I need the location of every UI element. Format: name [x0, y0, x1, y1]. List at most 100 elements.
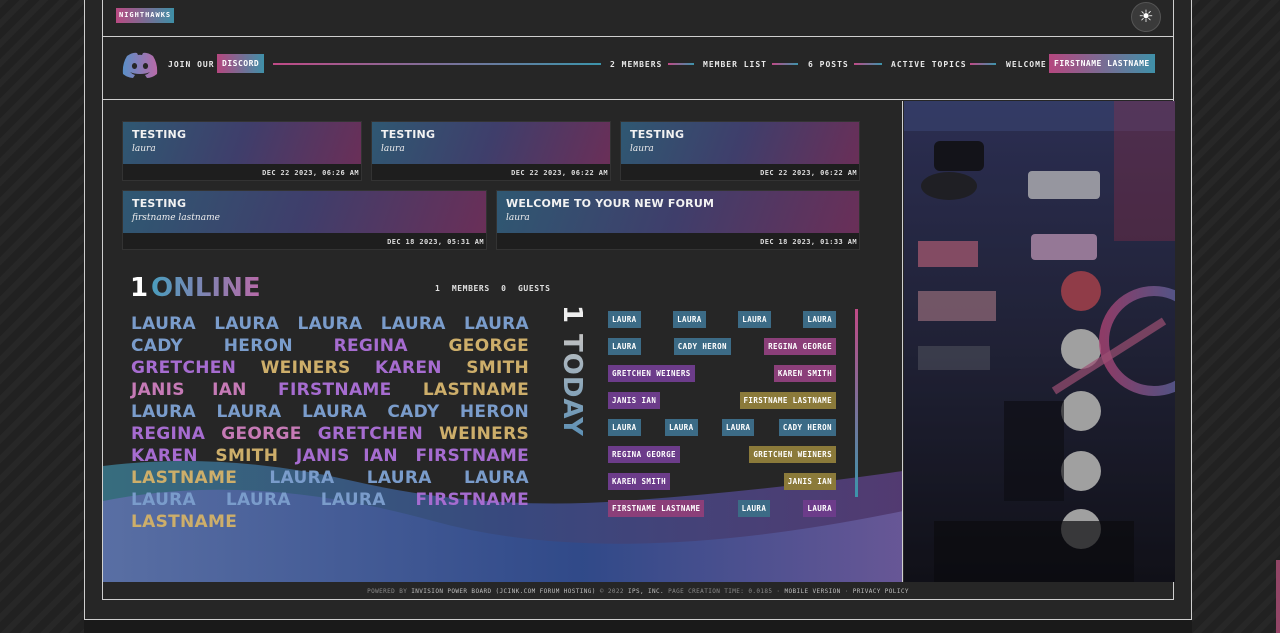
- topic-card[interactable]: TESTING laura DEC 22 2023, 06:22 AM: [620, 121, 860, 181]
- online-user-link[interactable]: KAREN: [131, 446, 198, 466]
- topic-author[interactable]: laura: [506, 213, 850, 223]
- discord-icon[interactable]: [121, 50, 159, 80]
- main-panel: TESTING laura DEC 22 2023, 06:26 AM TESTI…: [103, 101, 903, 582]
- topic-card[interactable]: TESTING firstname lastname DEC 18 2023, 0…: [122, 190, 487, 250]
- today-user-tag[interactable]: KAREN SMITH: [608, 473, 671, 490]
- online-user-link[interactable]: JANIS IAN: [296, 446, 398, 466]
- today-user-tag[interactable]: LAURA: [608, 338, 641, 355]
- member-list-link[interactable]: MEMBER LIST: [703, 60, 767, 69]
- today-user-tag[interactable]: GRETCHEN WEINERS: [608, 365, 695, 382]
- topic-author[interactable]: laura: [630, 144, 850, 154]
- online-user-link[interactable]: FIRSTNAME: [278, 380, 391, 400]
- footer-privacy-link[interactable]: PRIVACY POLICY: [853, 588, 909, 595]
- topic-author[interactable]: laura: [381, 144, 601, 154]
- active-topics-link[interactable]: ACTIVE TOPICS: [891, 60, 967, 69]
- today-user-tag[interactable]: LAURA: [803, 500, 836, 517]
- theme-toggle-button[interactable]: ☀: [1131, 2, 1161, 32]
- online-user-link[interactable]: LAURA: [464, 314, 529, 334]
- site-logo[interactable]: NIGHTHAWKS: [116, 8, 175, 23]
- today-user-tag[interactable]: CADY HERON: [778, 419, 836, 436]
- online-user-link[interactable]: KAREN: [375, 358, 442, 378]
- footer-hosting-link[interactable]: (JCINK.COM FORUM HOSTING): [496, 588, 596, 595]
- online-user-link[interactable]: LAURA: [464, 468, 529, 488]
- posts-count[interactable]: 6 POSTS: [808, 60, 849, 69]
- footer: POWERED BY INVISION POWER BOARD (JCINK.C…: [367, 588, 909, 595]
- today-user-tag[interactable]: LAURA: [608, 311, 641, 328]
- online-user-link[interactable]: LAURA: [367, 468, 432, 488]
- footer-ips-link[interactable]: IPS, INC.: [628, 588, 664, 595]
- topic-author[interactable]: firstname lastname: [132, 213, 477, 223]
- today-user-tag[interactable]: LAURA: [803, 311, 836, 328]
- online-user-link[interactable]: WEINERS: [439, 424, 529, 444]
- discord-link[interactable]: DISCORD: [217, 54, 265, 73]
- today-user-tag[interactable]: LAURA: [721, 419, 755, 436]
- topic-date: DEC 18 2023, 05:31 AM: [387, 238, 484, 246]
- online-user-link[interactable]: HERON: [460, 402, 529, 422]
- topic-author[interactable]: laura: [132, 144, 352, 154]
- topic-title[interactable]: TESTING: [630, 128, 850, 141]
- online-user-link[interactable]: LAURA: [269, 468, 334, 488]
- today-user-tag[interactable]: LAURA: [673, 311, 706, 328]
- online-user-link[interactable]: LAURA: [302, 402, 367, 422]
- user-profile-link[interactable]: FIRSTNAME LASTNAME: [1049, 54, 1155, 73]
- today-user-tag[interactable]: LAURA: [737, 500, 771, 517]
- online-user-link[interactable]: LAURA: [216, 402, 281, 422]
- online-user-link[interactable]: WEINERS: [261, 358, 351, 378]
- today-user-tag[interactable]: JANIS IAN: [783, 473, 836, 490]
- topic-title[interactable]: TESTING: [132, 128, 352, 141]
- online-user-link[interactable]: LASTNAME: [131, 468, 237, 488]
- online-user-link[interactable]: CADY: [387, 402, 439, 422]
- online-user-link[interactable]: REGINA: [334, 336, 408, 356]
- divider-line: [273, 63, 601, 65]
- online-user-link[interactable]: LAURA: [131, 402, 196, 422]
- today-user-tag[interactable]: FIRSTNAME LASTNAME: [608, 500, 705, 517]
- online-user-link[interactable]: CADY: [131, 336, 183, 356]
- online-user-link[interactable]: LAURA: [131, 314, 196, 334]
- online-user-link[interactable]: GRETCHEN: [131, 358, 236, 378]
- today-user-tag[interactable]: LAURA: [738, 311, 771, 328]
- online-user-link[interactable]: REGINA: [131, 424, 205, 444]
- online-user-link[interactable]: LAURA: [298, 314, 363, 334]
- join-label: JOIN OUR: [168, 60, 215, 69]
- online-user-link[interactable]: FIRSTNAME: [416, 490, 529, 510]
- today-user-tag[interactable]: JANIS IAN: [608, 392, 661, 409]
- online-user-link[interactable]: LAURA: [321, 490, 386, 510]
- footer-mobile-link[interactable]: MOBILE VERSION: [784, 588, 840, 595]
- topic-card[interactable]: WELCOME TO YOUR NEW FORUM laura DEC 18 20…: [496, 190, 860, 250]
- today-label: TODAY: [557, 334, 587, 438]
- divider-line: [668, 63, 694, 65]
- online-user-link[interactable]: GEORGE: [221, 424, 301, 444]
- topic-title[interactable]: WELCOME TO YOUR NEW FORUM: [506, 197, 850, 210]
- topic-title[interactable]: TESTING: [381, 128, 601, 141]
- today-user-tag[interactable]: GRETCHEN WEINERS: [749, 446, 836, 463]
- online-user-link[interactable]: LAURA: [214, 314, 279, 334]
- online-user-link[interactable]: LASTNAME: [423, 380, 529, 400]
- online-user-link[interactable]: JANIS IAN: [131, 380, 247, 400]
- online-user-link[interactable]: HERON: [224, 336, 293, 356]
- today-user-tag[interactable]: REGINA GEORGE: [608, 446, 680, 463]
- today-users-grid: LAURA LAURA LAURA LAURA LAURA CADY HERON REGIN…: [608, 311, 838, 533]
- today-user-tag[interactable]: LAURA: [608, 419, 641, 436]
- today-user-tag[interactable]: CADY HERON: [673, 338, 731, 355]
- today-user-tag[interactable]: FIRSTNAME LASTNAME: [739, 392, 836, 409]
- footer-ipb-link[interactable]: INVISION POWER BOARD: [411, 588, 491, 595]
- online-user-link[interactable]: LASTNAME: [131, 512, 237, 532]
- today-scrollbar[interactable]: [855, 309, 858, 497]
- today-user-tag[interactable]: LAURA: [664, 419, 698, 436]
- online-user-link[interactable]: GEORGE: [449, 336, 529, 356]
- top-bar: NIGHTHAWKS ☀: [103, 0, 1173, 37]
- today-user-tag[interactable]: REGINA GEORGE: [764, 338, 836, 355]
- topic-card[interactable]: TESTING laura DEC 22 2023, 06:22 AM: [371, 121, 611, 181]
- today-user-tag[interactable]: KAREN SMITH: [773, 365, 836, 382]
- online-user-link[interactable]: SMITH: [215, 446, 278, 466]
- topic-title[interactable]: TESTING: [132, 197, 477, 210]
- online-user-link[interactable]: LAURA: [226, 490, 291, 510]
- online-user-link[interactable]: LAURA: [131, 490, 196, 510]
- online-user-link[interactable]: LAURA: [381, 314, 446, 334]
- online-user-link[interactable]: GRETCHEN: [318, 424, 423, 444]
- online-user-link[interactable]: SMITH: [466, 358, 529, 378]
- members-count[interactable]: 2 MEMBERS: [610, 60, 662, 69]
- online-user-link[interactable]: FIRSTNAME: [416, 446, 529, 466]
- topic-card[interactable]: TESTING laura DEC 22 2023, 06:26 AM: [122, 121, 362, 181]
- online-guests: 0 GUESTS: [501, 284, 551, 293]
